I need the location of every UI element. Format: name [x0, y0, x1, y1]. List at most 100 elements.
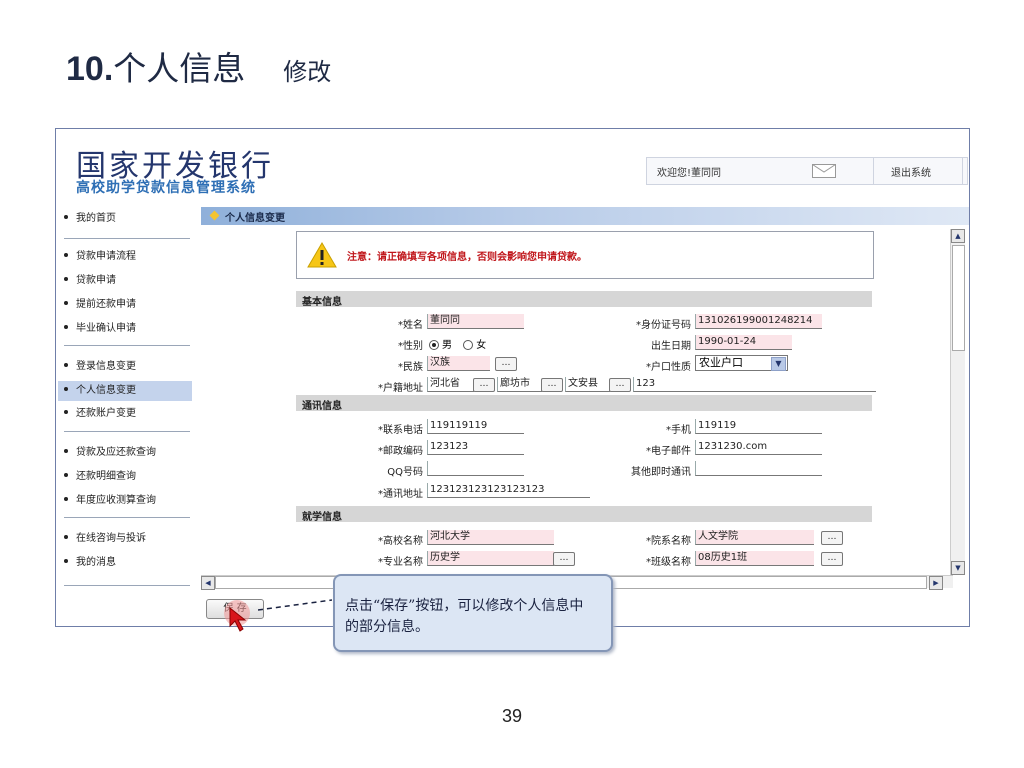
phone-field[interactable]: 119119119 [427, 419, 524, 434]
welcome-text: 欢迎您!董同同 [657, 168, 722, 179]
birth-date-field[interactable]: 1990-01-24 [695, 335, 792, 350]
notice-text: 注意：请正确填写各项信息，否则会影响您申请贷款。 [347, 252, 587, 263]
sidebar-item-label: 贷款申请流程 [76, 251, 136, 262]
im-field[interactable] [695, 461, 822, 476]
callout-text: 点击“保存”按钮，可以修改个人信息中的部分信息。 [345, 598, 584, 635]
slide-title-number: 10. [66, 50, 114, 88]
major-picker-button[interactable]: … [553, 552, 575, 566]
gender-female-label: 女 [476, 340, 487, 351]
sidebar-item-account-change[interactable]: 还款账户变更 [58, 404, 192, 424]
scrollbar-thumb[interactable] [952, 245, 965, 351]
qq-field[interactable] [427, 461, 524, 476]
vertical-scrollbar[interactable]: ▲ ▼ [950, 229, 965, 575]
bullet-icon [64, 325, 68, 329]
bullet-icon [64, 449, 68, 453]
app-window: 国家开发银行 高校助学贷款信息管理系统 欢迎您!董同同 退出系统 我的首页 贷款… [55, 128, 970, 627]
mail-icon[interactable] [812, 164, 836, 178]
sidebar-item-loan-query[interactable]: 贷款及应还款查询 [58, 443, 192, 463]
im-label: 其他即时通讯 [631, 467, 691, 478]
sidebar-item-label: 年度应收测算查询 [76, 495, 156, 506]
bullet-icon [64, 363, 68, 367]
notice-box: 注意：请正确填写各项信息，否则会影响您申请贷款。 [296, 231, 874, 279]
city-picker-button[interactable]: … [541, 378, 563, 392]
major-field[interactable]: 历史学 [427, 551, 554, 566]
section-title: 就学信息 [302, 512, 342, 523]
sidebar-divider [64, 345, 190, 346]
hukou-type-value: 农业户口 [699, 356, 743, 369]
sidebar-item-label: 在线咨询与投诉 [76, 533, 146, 544]
id-number-label: *身份证号码 [636, 320, 691, 331]
sidebar-item-repay-detail[interactable]: 还款明细查询 [58, 467, 192, 487]
callout-box: 点击“保存”按钮，可以修改个人信息中的部分信息。 [333, 574, 613, 652]
sidebar-item-loan-process[interactable]: 贷款申请流程 [58, 247, 192, 267]
form-content: 注意：请正确填写各项信息，否则会影响您申请贷款。 基本信息 *姓名 董同同 *身… [201, 225, 953, 575]
bullet-icon [64, 215, 68, 219]
zip-field[interactable]: 123123 [427, 440, 524, 455]
page-tab-bar: 个人信息变更 [201, 207, 969, 225]
scroll-right-icon[interactable]: ▶ [929, 576, 943, 590]
gender-male-radio[interactable] [429, 340, 439, 350]
sidebar-item-home[interactable]: 我的首页 [58, 209, 192, 229]
scroll-down-icon[interactable]: ▼ [951, 561, 965, 575]
sidebar-item-label: 登录信息变更 [76, 361, 136, 372]
mobile-field[interactable]: 119119 [695, 419, 822, 434]
county-field[interactable]: 文安县 [565, 377, 610, 392]
school-label: *高校名称 [378, 536, 423, 547]
zip-label: *邮政编码 [378, 446, 423, 457]
sidebar: 我的首页 贷款申请流程 贷款申请 提前还款申请 毕业确认申请 登录信息变更 个人… [56, 207, 198, 626]
chevron-down-icon[interactable]: ▼ [771, 357, 786, 371]
diamond-icon [209, 210, 220, 221]
sidebar-item-consult[interactable]: 在线咨询与投诉 [58, 529, 192, 549]
hukou-type-select[interactable]: 农业户口 ▼ [695, 355, 788, 371]
logout-button[interactable]: 退出系统 [873, 157, 963, 185]
email-field[interactable]: 1231230.com [695, 440, 822, 455]
bullet-icon [64, 387, 68, 391]
cursor-arrow-icon [229, 606, 247, 632]
bullet-icon [64, 473, 68, 477]
slide-title-sub: 修改 [283, 58, 332, 86]
mail-address-field[interactable]: 123123123123123123 [427, 483, 590, 498]
county-picker-button[interactable]: … [609, 378, 631, 392]
sidebar-item-loan-apply[interactable]: 贷款申请 [58, 271, 192, 291]
ethnicity-picker-button[interactable]: … [495, 357, 517, 371]
sidebar-item-label: 还款账户变更 [76, 408, 136, 419]
scroll-left-icon[interactable]: ◀ [201, 576, 215, 590]
sidebar-divider [64, 517, 190, 518]
logout-label: 退出系统 [891, 168, 931, 179]
sidebar-item-label: 还款明细查询 [76, 471, 136, 482]
major-label: *专业名称 [378, 557, 423, 568]
department-picker-button[interactable]: … [821, 531, 843, 545]
bullet-icon [64, 410, 68, 414]
qq-label: QQ号码 [387, 467, 423, 478]
sidebar-item-annual-calc[interactable]: 年度应收测算查询 [58, 491, 192, 511]
sidebar-item-personal-info[interactable]: 个人信息变更 [58, 381, 192, 401]
address-detail-field[interactable]: 123 [633, 377, 876, 392]
class-field[interactable]: 08历史1班 [695, 551, 814, 566]
id-number-field[interactable]: 131026199001248214 [695, 314, 822, 329]
slide-title: 10.个人信息 修改 [66, 42, 331, 90]
section-school-info: 就学信息 [296, 506, 872, 523]
city-field[interactable]: 廊坊市 [497, 377, 542, 392]
section-title: 通讯信息 [302, 401, 342, 412]
sidebar-item-messages[interactable]: 我的消息 [58, 553, 192, 573]
bullet-icon [64, 497, 68, 501]
scroll-up-icon[interactable]: ▲ [951, 229, 965, 243]
sidebar-item-early-repay[interactable]: 提前还款申请 [58, 295, 192, 315]
name-field[interactable]: 董同同 [427, 314, 524, 329]
warning-icon [307, 242, 337, 268]
gender-female-radio[interactable] [463, 340, 474, 350]
department-field[interactable]: 人文学院 [695, 530, 814, 545]
province-field[interactable]: 河北省 [427, 377, 474, 392]
sidebar-item-label: 提前还款申请 [76, 299, 136, 310]
bullet-icon [64, 559, 68, 563]
school-field[interactable]: 河北大学 [427, 530, 554, 545]
sidebar-item-label: 贷款申请 [76, 275, 116, 286]
province-picker-button[interactable]: … [473, 378, 495, 392]
gender-radio-group: 男 女 [429, 336, 486, 351]
bullet-icon [64, 277, 68, 281]
class-picker-button[interactable]: … [821, 552, 843, 566]
gender-label: *性别 [398, 341, 423, 352]
sidebar-item-graduation[interactable]: 毕业确认申请 [58, 319, 192, 339]
ethnicity-field[interactable]: 汉族 [427, 356, 490, 371]
sidebar-item-login-change[interactable]: 登录信息变更 [58, 357, 192, 377]
